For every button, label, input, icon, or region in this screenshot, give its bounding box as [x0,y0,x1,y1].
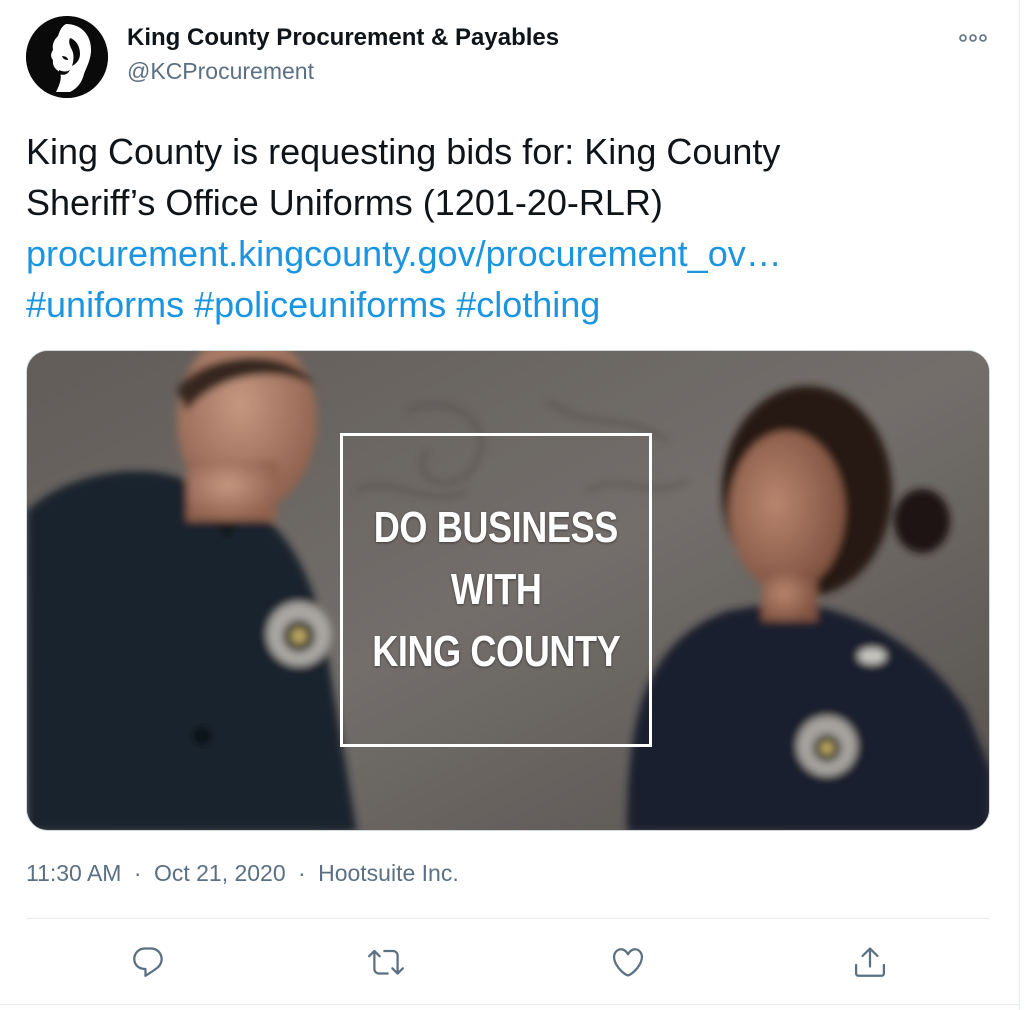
author-handle[interactable]: @KCProcurement [127,58,314,85]
tweet-link[interactable]: procurement.kingcounty.gov/procurement_o… [26,233,782,274]
hashtag-link[interactable]: #policeuniforms [194,284,446,325]
bottom-divider [0,1004,1020,1005]
share-icon[interactable] [848,940,892,984]
tweet-media-image[interactable]: DO BUSINESS WITH KING COUNTY [26,350,990,831]
reply-icon[interactable] [126,940,170,984]
meta-separator: · [298,860,306,886]
tweet-card: King County Procurement & Payables @KCPr… [0,0,1020,1010]
tweet-text: King County is requesting bids for: King… [26,126,926,330]
tweet-time[interactable]: 11:30 AM [26,860,121,886]
tweet-text-line: King County is requesting bids for: King… [26,131,781,172]
author-display-name[interactable]: King County Procurement & Payables [127,24,559,52]
hashtag-row: #uniforms #policeuniforms #clothing [26,279,926,330]
promo-overlay-box: DO BUSINESS WITH KING COUNTY [340,433,652,747]
tweet-date[interactable]: Oct 21, 2020 [154,860,286,886]
promo-line: WITH [450,565,542,614]
hashtag-link[interactable]: #clothing [456,284,600,325]
divider [26,918,990,919]
promo-line: KING COUNTY [371,627,621,676]
hashtag-link[interactable]: #uniforms [26,284,184,325]
tweet-source[interactable]: Hootsuite Inc. [318,860,459,886]
heart-icon[interactable] [606,940,650,984]
king-county-logo-icon[interactable] [26,16,108,98]
promo-line: DO BUSINESS [373,503,619,552]
retweet-icon[interactable] [364,940,408,984]
tweet-text-line: Sheriff’s Office Uniforms (1201-20-RLR) [26,182,663,223]
meta-separator: · [133,860,142,886]
tweet-actions-bar [0,940,1020,986]
tweet-metadata: 11:30 AM · Oct 21, 2020 · Hootsuite Inc. [26,860,459,887]
more-options-icon[interactable] [953,26,993,50]
